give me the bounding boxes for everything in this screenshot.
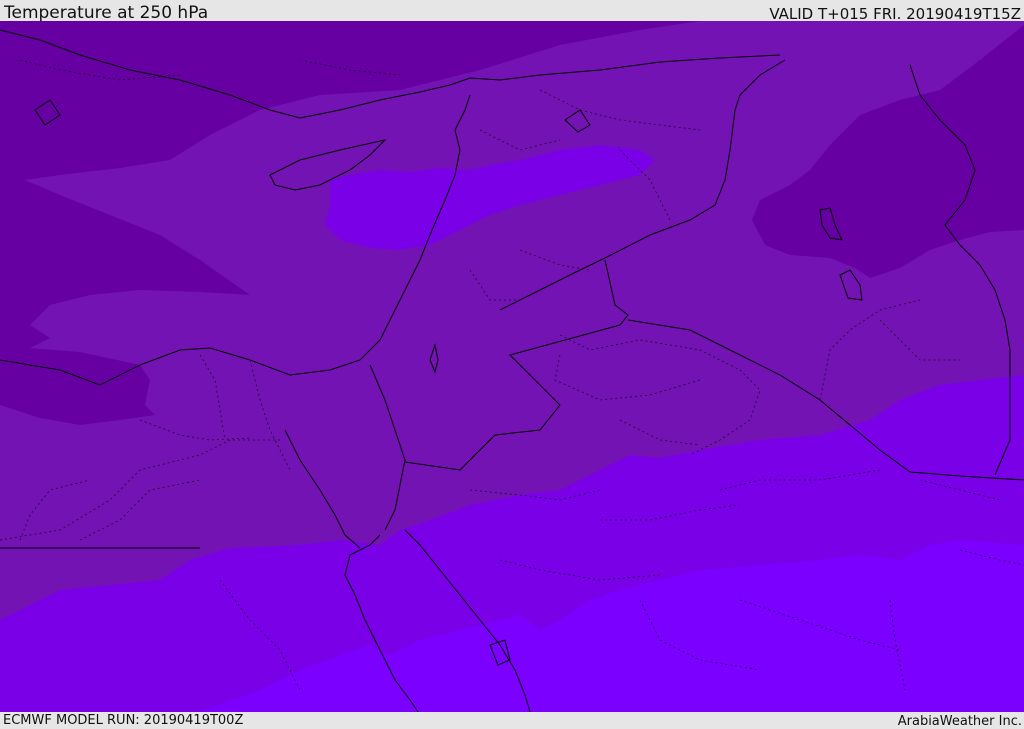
header-bar: Temperature at 250 hPa VALID T+015 FRI. … [0,0,1024,23]
temperature-map [0,21,1024,712]
map-title: Temperature at 250 hPa [4,3,209,23]
map-figure: Temperature at 250 hPa VALID T+015 FRI. … [0,0,1024,729]
model-run-label: ECMWF MODEL RUN: 20190419T00Z [3,713,244,728]
credit-label: ArabiaWeather Inc. [897,714,1022,729]
footer-bar: ECMWF MODEL RUN: 20190419T00Z ArabiaWeat… [0,712,1024,729]
